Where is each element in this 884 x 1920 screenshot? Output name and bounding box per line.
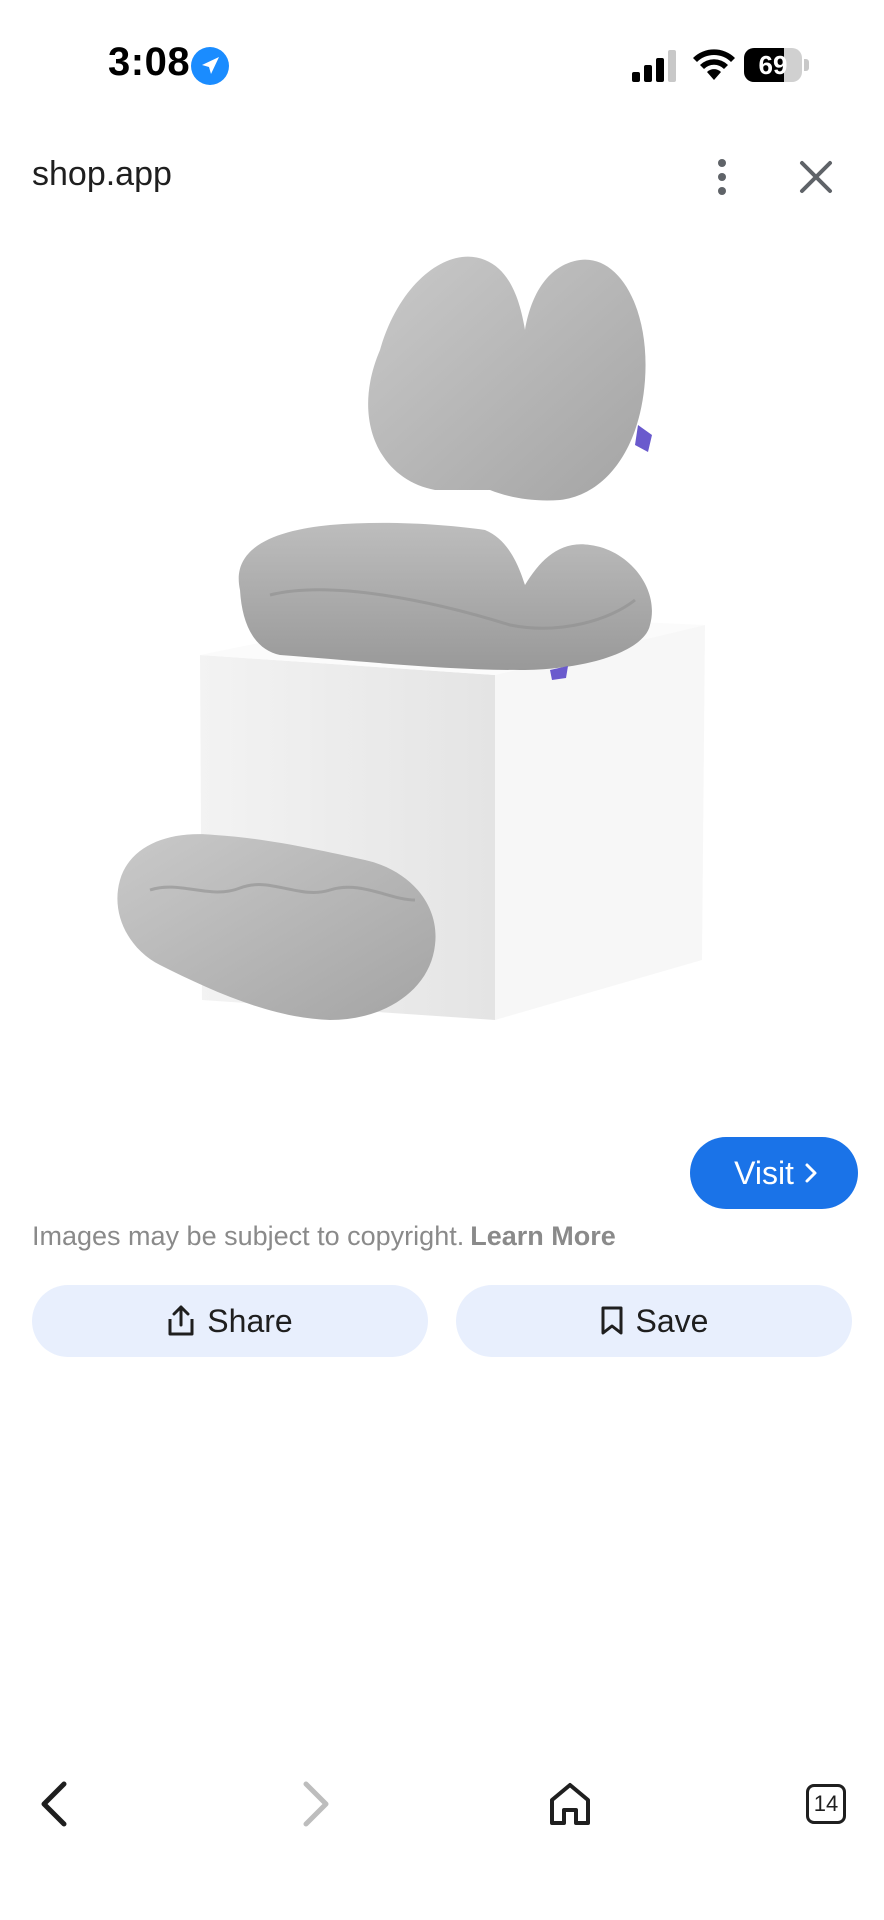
location-arrow-icon [191,47,229,85]
visit-button[interactable]: Visit [690,1137,858,1209]
visit-label: Visit [734,1154,794,1191]
tab-count: 14 [813,1791,839,1816]
bottom-nav-bar [0,1760,884,1920]
share-button[interactable]: Share [32,1285,428,1357]
site-title[interactable]: shop.app [32,155,172,194]
product-image[interactable] [90,240,730,1100]
learn-more-link[interactable]: Learn More [470,1221,616,1251]
cellular-signal-icon [632,50,676,82]
more-vert-icon[interactable] [700,155,744,199]
save-button[interactable]: Save [456,1285,852,1357]
back-arrow-icon[interactable] [34,1778,78,1830]
save-label: Save [635,1302,709,1339]
home-icon[interactable] [548,1780,592,1828]
wifi-icon [693,49,735,80]
tabs-icon[interactable]: 14 [806,1784,846,1824]
bookmark-icon [601,1306,623,1335]
share-label: Share [207,1302,293,1339]
status-time: 3:08 [108,40,191,84]
close-icon[interactable] [794,155,838,199]
battery-level: 69 [758,50,788,80]
chevron-right-icon [805,1163,817,1183]
forward-arrow-icon[interactable] [292,1778,336,1830]
status-bar: 3:08 69 [0,0,884,120]
copyright-notice: Images may be subject to copyright. Learn… [32,1221,616,1252]
battery-icon: 69 [744,48,810,82]
share-icon [168,1305,194,1336]
copyright-text: Images may be subject to copyright. [32,1221,465,1251]
